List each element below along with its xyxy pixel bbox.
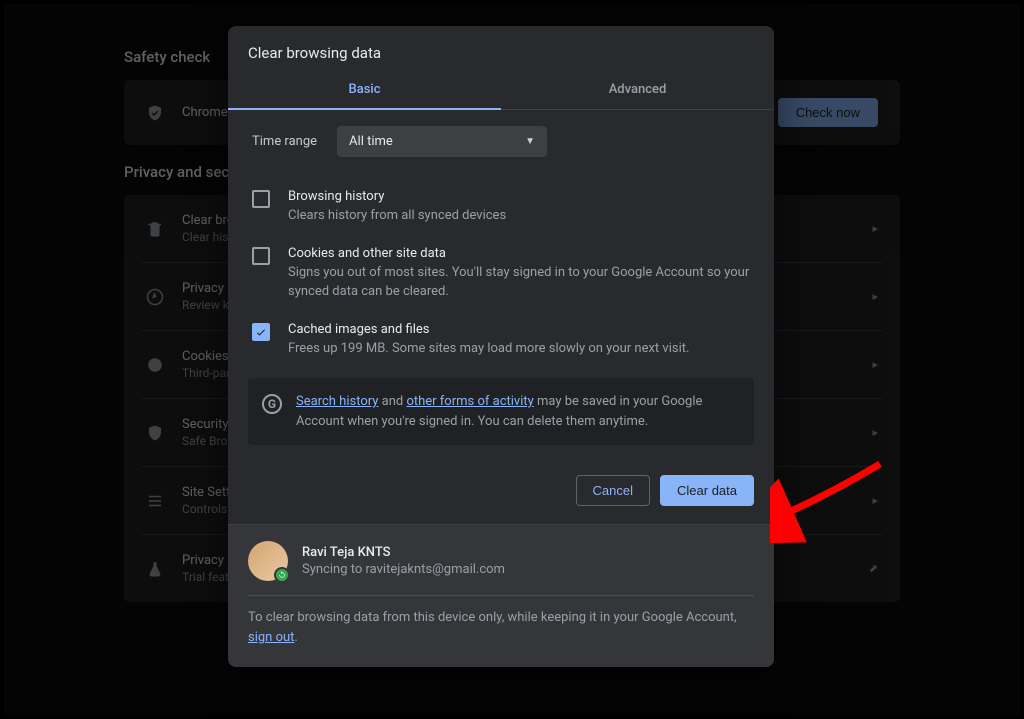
profile-row: Ravi Teja KNTS Syncing to ravitejaknts@g… bbox=[248, 541, 754, 581]
chevron-down-icon: ▼ bbox=[525, 136, 535, 147]
option-cookies[interactable]: Cookies and other site data Signs you ou… bbox=[248, 236, 754, 312]
footer-note: To clear browsing data from this device … bbox=[248, 608, 754, 647]
dialog-tabs: Basic Advanced bbox=[228, 72, 774, 110]
time-range-value: All time bbox=[349, 134, 393, 149]
option-title: Cookies and other site data bbox=[288, 246, 750, 261]
sync-badge-icon bbox=[274, 567, 290, 583]
time-range-select[interactable]: All time ▼ bbox=[337, 126, 547, 157]
info-text: Search history and other forms of activi… bbox=[296, 392, 740, 431]
time-range-label: Time range bbox=[252, 134, 317, 149]
option-desc: Frees up 199 MB. Some sites may load mor… bbox=[288, 340, 689, 359]
checkbox-browsing-history[interactable] bbox=[252, 190, 270, 208]
option-title: Cached images and files bbox=[288, 322, 689, 337]
option-title: Browsing history bbox=[288, 189, 506, 204]
profile-name: Ravi Teja KNTS bbox=[302, 545, 505, 560]
clear-data-button[interactable]: Clear data bbox=[660, 475, 754, 506]
checkbox-cached-images[interactable] bbox=[252, 323, 270, 341]
tab-basic[interactable]: Basic bbox=[228, 72, 501, 109]
divider bbox=[248, 595, 754, 596]
cancel-button[interactable]: Cancel bbox=[576, 475, 650, 506]
avatar bbox=[248, 541, 288, 581]
checkbox-cookies[interactable] bbox=[252, 247, 270, 265]
google-icon: G bbox=[262, 394, 282, 414]
dialog-title: Clear browsing data bbox=[228, 26, 774, 72]
tab-advanced[interactable]: Advanced bbox=[501, 72, 774, 109]
google-info-box: G Search history and other forms of acti… bbox=[248, 378, 754, 445]
other-activity-link[interactable]: other forms of activity bbox=[406, 394, 533, 409]
option-desc: Clears history from all synced devices bbox=[288, 207, 506, 226]
option-browsing-history[interactable]: Browsing history Clears history from all… bbox=[248, 179, 754, 236]
option-desc: Signs you out of most sites. You'll stay… bbox=[288, 264, 750, 302]
clear-browsing-data-dialog: Clear browsing data Basic Advanced Time … bbox=[228, 26, 774, 667]
option-cached-images[interactable]: Cached images and files Frees up 199 MB.… bbox=[248, 312, 754, 369]
profile-sync-status: Syncing to ravitejaknts@gmail.com bbox=[302, 562, 505, 577]
search-history-link[interactable]: Search history bbox=[296, 394, 378, 409]
sign-out-link[interactable]: sign out bbox=[248, 630, 294, 645]
